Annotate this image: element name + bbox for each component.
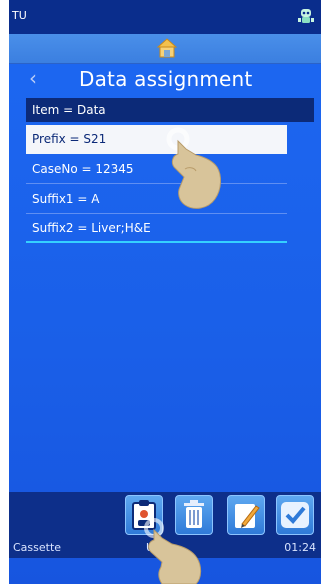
- page-title: Data assignment: [79, 67, 253, 91]
- device-screen: TU ‹ Data assignment Item = Data Prefix …: [9, 0, 321, 584]
- edit-button[interactable]: [227, 495, 265, 535]
- list-header: Item = Data: [26, 98, 314, 122]
- home-bar: [9, 34, 321, 64]
- list-item-suffix2[interactable]: Suffix2 = Liver;H&E: [26, 214, 287, 243]
- footer-clock: 01:24: [284, 541, 316, 554]
- home-icon[interactable]: [156, 38, 178, 58]
- list-item-caseno[interactable]: CaseNo = 12345: [26, 155, 287, 184]
- edit-icon: [228, 504, 264, 538]
- title-bar: ‹ Data assignment: [9, 64, 321, 94]
- footer-mode-label: Cassette: [13, 541, 62, 554]
- footer-user-label: U gon: [146, 541, 179, 554]
- back-chevron-icon[interactable]: ‹: [29, 67, 37, 89]
- delete-button[interactable]: [175, 495, 213, 535]
- bottom-toolbar: [9, 492, 321, 538]
- footer-status-bar: Cassette U gon 01:24: [9, 538, 321, 558]
- status-title: TU: [12, 9, 27, 22]
- checkmark-icon: [277, 502, 313, 538]
- list-item-suffix1[interactable]: Suffix1 = A: [26, 185, 287, 214]
- assign-icon: [126, 500, 162, 538]
- confirm-button[interactable]: [276, 495, 314, 535]
- assign-button[interactable]: [125, 495, 163, 535]
- trash-icon: [176, 500, 212, 538]
- status-bar: TU: [9, 0, 321, 34]
- list-item-prefix[interactable]: Prefix = S21: [26, 125, 287, 154]
- robot-icon: [297, 6, 315, 26]
